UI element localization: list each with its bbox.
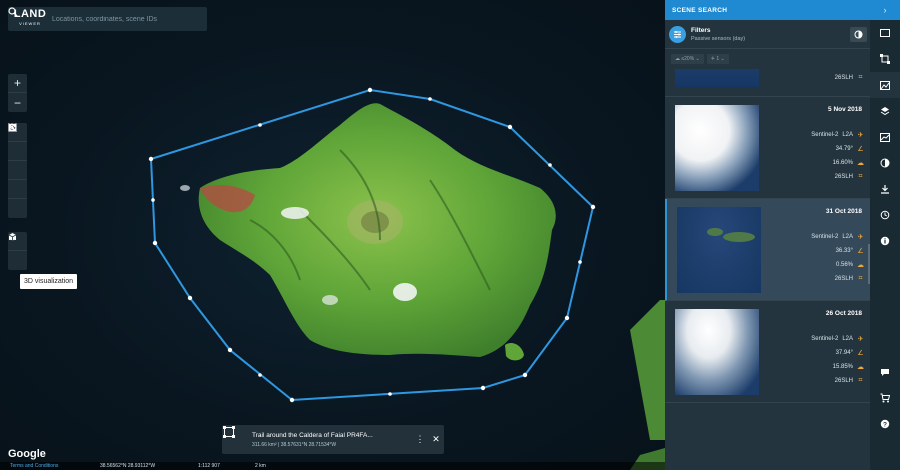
- sensor-row: Sentinel-2 L2A ✈: [811, 234, 864, 241]
- search-bar: LAND VIEWER: [8, 7, 207, 31]
- tile-icon: ⌗: [858, 275, 863, 282]
- aoi-info-card: Trail around the Caldera of Faial PR4FA.…: [222, 425, 444, 454]
- zoom-in-button[interactable]: +: [8, 74, 27, 93]
- filters-subtitle: Passive sensors (day): [691, 35, 746, 42]
- angle-row: 34.79° ∠: [835, 146, 864, 153]
- crop-icon[interactable]: [870, 46, 900, 72]
- time-icon[interactable]: [8, 123, 27, 180]
- sensor-row: Sentinel-2 L2A ✈: [811, 336, 864, 343]
- chat-icon[interactable]: [870, 359, 900, 385]
- api-icon[interactable]: [870, 20, 900, 46]
- tile-row: 26SLH ⌗: [834, 377, 863, 384]
- cloud-3: [322, 295, 338, 305]
- status-bar: Terms and Conditions 38.56562°N 28.93112…: [0, 462, 665, 470]
- cloud-icon: ☁: [857, 160, 864, 167]
- filters-row[interactable]: Filters Passive sensors (day): [665, 20, 870, 49]
- zoom-controls: + −: [8, 74, 27, 112]
- share-icon[interactable]: [8, 123, 27, 218]
- terms-link[interactable]: Terms and Conditions: [10, 463, 58, 469]
- satellite-filter-chip[interactable]: ✈ 1 ⌄: [706, 54, 729, 64]
- peninsula: [505, 343, 524, 361]
- scene-search-panel: SCENE SEARCH Filters Passive sensors (da…: [665, 0, 870, 470]
- search-input[interactable]: [52, 15, 185, 23]
- neighbor-island: [630, 300, 665, 440]
- map-view[interactable]: LANDVIEWER + − 3D visualization Google T…: [0, 0, 665, 470]
- cloud-filter-chip[interactable]: ☁ ≤20% ⌄: [671, 54, 704, 64]
- scene-date: 26 Oct 2018: [825, 310, 862, 317]
- map-canvas: [148, 87, 665, 470]
- angle-row: 37.94° ∠: [835, 350, 864, 357]
- contrast-icon[interactable]: [850, 27, 867, 42]
- scene-date: 31 Oct 2018: [825, 208, 862, 215]
- help-icon[interactable]: ?: [870, 411, 900, 437]
- scale-ratio: 1:112 907: [198, 463, 220, 469]
- scene-card-0[interactable]: 26SLH ⌗: [665, 69, 870, 97]
- close-icon[interactable]: ✕: [428, 434, 444, 445]
- scale-distance: 2 km: [255, 463, 266, 469]
- scene-list: 26SLH ⌗ 5 Nov 2018 Sentinel-2 L2A ✈ 34.79° ∠…: [665, 69, 870, 470]
- map-icon[interactable]: [8, 123, 27, 199]
- scene-card-2[interactable]: 31 Oct 2018 Sentinel-2 L2A ✈ 36.33° ∠ 0.56%…: [665, 199, 870, 301]
- panel-header: SCENE SEARCH: [665, 0, 870, 20]
- cube-3d-icon[interactable]: [8, 233, 27, 270]
- cloud-2: [393, 283, 417, 301]
- cloud-row: 15.85% ☁: [832, 364, 864, 371]
- aoi-detail: 311.66 km² | 38.57631°N 28.71534°W: [252, 441, 337, 448]
- tile-row: 26SLH ⌗: [834, 74, 863, 81]
- scene-thumbnail: [675, 69, 759, 87]
- sensor-row: Sentinel-2 L2A ✈: [811, 132, 864, 139]
- contrast-tool-icon[interactable]: [870, 150, 900, 176]
- satellite-icon: ✈: [857, 336, 864, 343]
- angle-icon: ∠: [857, 248, 864, 255]
- more-options-icon[interactable]: ⋮: [412, 434, 428, 445]
- cloud-row: 16.60% ☁: [832, 160, 864, 167]
- map-tools: [8, 123, 27, 218]
- filter-chips: ☁ ≤20% ⌄ ✈ 1 ⌄: [665, 49, 870, 69]
- tile-row: 26SLH ⌗: [834, 173, 863, 180]
- tile-icon: ⌗: [858, 377, 863, 384]
- analytics-icon[interactable]: [870, 124, 900, 150]
- cloud-icon: ☁: [857, 364, 864, 371]
- angle-row: 36.33° ∠: [835, 248, 864, 255]
- filters-icon[interactable]: [669, 25, 686, 43]
- scene-date: 5 Nov 2018: [828, 106, 862, 113]
- satellite-icon: ✈: [857, 132, 864, 139]
- collapse-panel-button[interactable]: ›: [870, 0, 900, 20]
- scene-thumbnail: [675, 309, 759, 395]
- cart-icon[interactable]: [870, 385, 900, 411]
- image-icon[interactable]: [870, 72, 900, 98]
- tile-icon: ⌗: [858, 173, 863, 180]
- layers-icon[interactable]: [870, 98, 900, 124]
- tile-row: 26SLH ⌗: [834, 275, 863, 282]
- info-icon[interactable]: [870, 228, 900, 254]
- tile-icon: ⌗: [858, 74, 863, 81]
- right-toolbar: › ?: [870, 0, 900, 470]
- satellite-icon: ✈: [857, 234, 864, 241]
- scene-card-1[interactable]: 5 Nov 2018 Sentinel-2 L2A ✈ 34.79° ∠ 16.60%…: [665, 97, 870, 199]
- cloud-patch: [180, 185, 190, 191]
- search-icon[interactable]: [8, 7, 207, 31]
- cloud-1: [281, 207, 309, 219]
- analysis-tools: [8, 232, 27, 270]
- timelapse-icon[interactable]: [870, 202, 900, 228]
- cloud-row: 0.56% ☁: [835, 262, 864, 269]
- svg-text:?: ?: [883, 421, 887, 428]
- cursor-coords: 38.56562°N 28.93112°W: [100, 463, 156, 469]
- aoi-title: Trail around the Caldera of Faial PR4FA.…: [252, 431, 373, 439]
- filters-title: Filters: [691, 26, 711, 34]
- download-icon[interactable]: [870, 176, 900, 202]
- zoom-out-button[interactable]: −: [8, 93, 27, 112]
- tooltip-3d: 3D visualization: [20, 274, 78, 289]
- scene-thumbnail: [675, 105, 759, 191]
- google-logo: Google: [8, 448, 46, 460]
- scene-card-3[interactable]: 26 Oct 2018 Sentinel-2 L2A ✈ 37.94° ∠ 15.85…: [665, 301, 870, 403]
- scene-thumbnail: [677, 207, 761, 293]
- angle-icon: ∠: [857, 146, 864, 153]
- panel-title: SCENE SEARCH: [672, 6, 728, 14]
- cloud-icon: ☁: [857, 262, 864, 269]
- caldera-center: [361, 211, 389, 233]
- measure-icon[interactable]: [8, 123, 27, 161]
- angle-icon: ∠: [857, 350, 864, 357]
